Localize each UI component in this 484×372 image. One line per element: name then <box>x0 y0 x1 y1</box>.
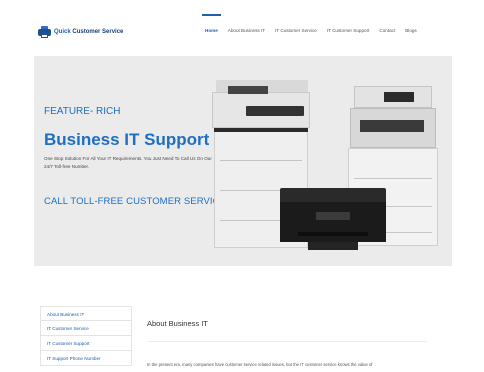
hero-cta-link[interactable]: CALL TOLL-FREE CUSTOMER SERVICE <box>44 196 226 207</box>
sidebar-item-it-customer-support[interactable]: IT Customer Support <box>40 336 132 351</box>
nav-blogs[interactable]: Blogs <box>400 14 422 44</box>
hero-headline: Business IT Support <box>44 130 210 149</box>
logo-quick: Quick <box>54 29 71 35</box>
nav-home[interactable]: Home <box>200 14 223 44</box>
site-header: Quick Customer Service Home About Busine… <box>0 0 484 56</box>
printer-image-inkjet <box>280 188 386 252</box>
nav-it-customer-service[interactable]: IT Customer Service <box>270 14 322 44</box>
sidebar-item-it-support-phone-number[interactable]: IT Support Phone Number <box>40 351 132 366</box>
section-body-text: In the present era, many companies have … <box>147 362 373 367</box>
printer-icon <box>38 26 51 38</box>
main-nav: Home About Business IT IT Customer Servi… <box>200 14 422 44</box>
section-title: About Business IT <box>147 319 208 328</box>
nav-contact[interactable]: Contact <box>374 14 400 44</box>
hero-banner: FEATURE- RICH Business IT Support One St… <box>34 56 452 266</box>
sidebar-menu: About Business IT IT Customer Service IT… <box>40 306 132 366</box>
nav-it-customer-support[interactable]: IT Customer Support <box>322 14 375 44</box>
logo-rest: Customer Service <box>70 29 124 35</box>
hero-subtext: One Stop Solution For All Your IT Requir… <box>44 156 212 169</box>
logo-text: Quick Customer Service <box>54 29 123 35</box>
section-divider <box>147 341 427 342</box>
hero-eyebrow: FEATURE- RICH <box>44 106 121 117</box>
sidebar-item-it-customer-service[interactable]: IT Customer Service <box>40 321 132 336</box>
sidebar-item-about-business-it[interactable]: About Business IT <box>40 306 132 321</box>
nav-about-business-it[interactable]: About Business IT <box>223 14 270 44</box>
site-logo[interactable]: Quick Customer Service <box>38 26 123 38</box>
